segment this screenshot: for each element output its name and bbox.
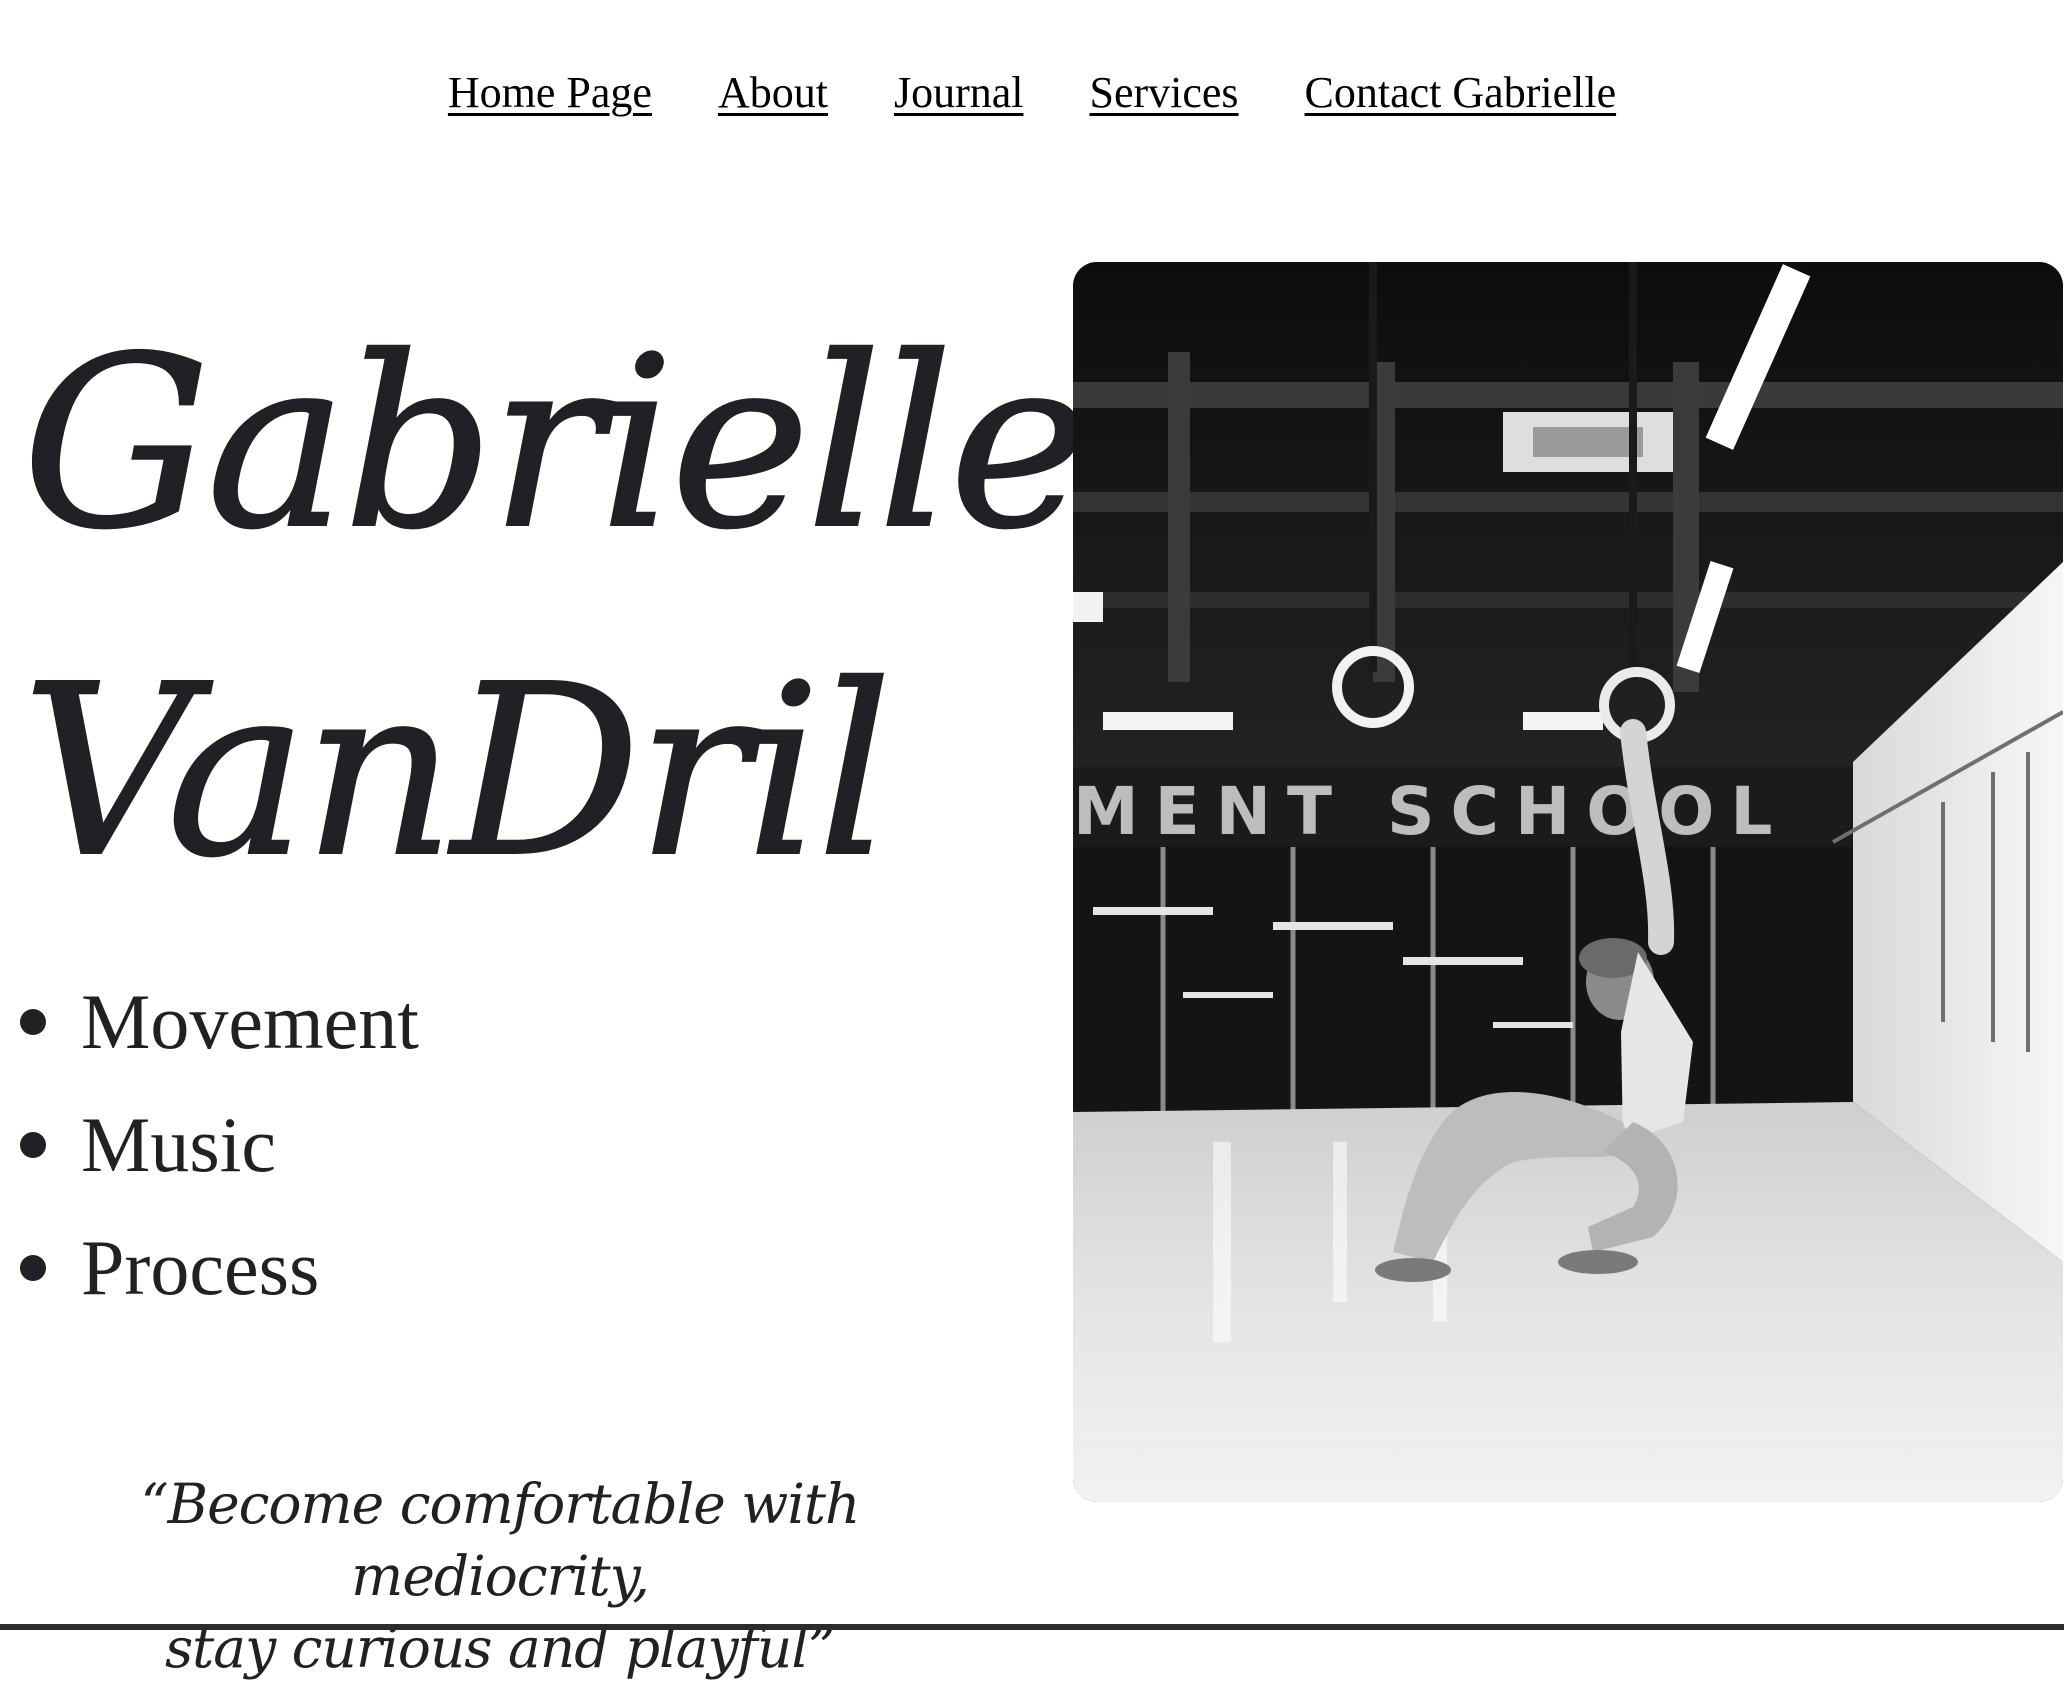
studio-photo-illustration: MENT SCHOOL bbox=[1073, 262, 2063, 1502]
bullet-icon bbox=[20, 1008, 46, 1035]
focus-areas-list: Movement Music Process bbox=[20, 960, 419, 1329]
list-item: Music bbox=[20, 1083, 419, 1206]
nav-link-home-page[interactable]: Home Page bbox=[448, 58, 652, 128]
list-item: Process bbox=[20, 1206, 419, 1329]
studio-sign-text: MENT SCHOOL bbox=[1073, 773, 1788, 850]
hero-last-name: VanDril bbox=[21, 633, 893, 910]
bullet-icon bbox=[20, 1254, 46, 1281]
nav-link-contact-gabrielle[interactable]: Contact Gabrielle bbox=[1305, 58, 1617, 128]
philosophy-quote: “Become comfortable with mediocrity, sta… bbox=[0, 1468, 1000, 1684]
quote-line-1: “Become comfortable with mediocrity, bbox=[140, 1472, 861, 1608]
bullet-icon bbox=[20, 1131, 46, 1158]
top-navigation: Home Page About Journal Services Contact… bbox=[0, 58, 2064, 128]
list-item-label: Music bbox=[81, 1101, 276, 1188]
hero-name-heading: Gabrielle VanDril bbox=[21, 280, 1090, 936]
nav-link-services[interactable]: Services bbox=[1089, 58, 1238, 128]
nav-link-journal[interactable]: Journal bbox=[894, 58, 1024, 128]
bottom-divider bbox=[0, 1624, 2064, 1630]
hero-photo: MENT SCHOOL bbox=[1073, 262, 2063, 1502]
quote-line-2: stay curious and playful” bbox=[164, 1616, 836, 1680]
list-item-label: Movement bbox=[81, 978, 419, 1065]
nav-link-about[interactable]: About bbox=[718, 58, 828, 128]
list-item-label: Process bbox=[81, 1224, 320, 1311]
hero-first-name: Gabrielle bbox=[21, 305, 1090, 582]
list-item: Movement bbox=[20, 960, 419, 1083]
